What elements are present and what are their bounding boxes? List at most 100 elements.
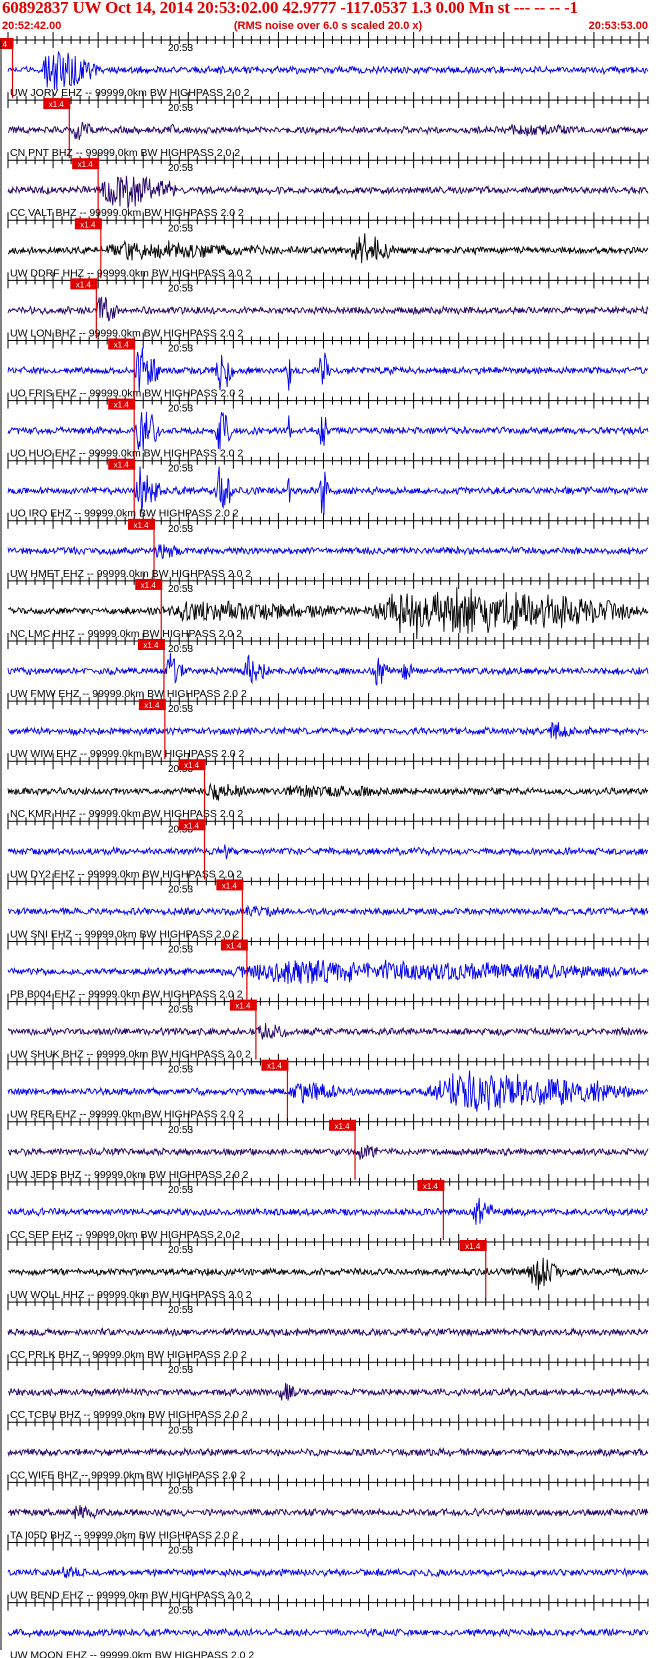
trace-row: 20:53 x1.4 UW FMW EHZ -- 99999.0km BW HIGH… xyxy=(7,633,649,700)
waveform xyxy=(7,1070,649,1112)
minute-tick-label: 20:53 xyxy=(168,404,193,415)
trace-row: 20:53 x1.4 UW WIW EHZ -- 99999.0km BW HIGH… xyxy=(7,693,649,760)
minute-tick-label: 20:53 xyxy=(168,1425,193,1436)
pick-label: x1.4 xyxy=(80,220,96,229)
pick-label: x1.4 xyxy=(144,701,160,710)
pick-label: x1.4 xyxy=(143,641,159,650)
station-label: UW JORV EHZ -- 99999.0km BW HIGHPASS 2.0… xyxy=(10,87,250,99)
waveform xyxy=(7,959,649,984)
minute-tick-label: 20:53 xyxy=(168,524,193,535)
trace-row: 20:53 x1.4 NC LMC HHZ -- 99999.0km BW HIGH… xyxy=(7,572,649,640)
trace-row: 20:53 x1.4 UW SHUK BHZ -- 99999.0km BW HIG… xyxy=(7,993,649,1061)
station-label: CC WIFE BHZ -- 99999.0km BW HIGHPASS 2.0… xyxy=(10,1469,246,1481)
waveform xyxy=(7,233,649,264)
pick-label: x1.4 xyxy=(78,160,94,169)
pick-label: x1.4 xyxy=(267,1062,283,1071)
waveform xyxy=(7,347,649,393)
pick-label: x1.4 xyxy=(423,1182,439,1191)
waveform xyxy=(7,51,649,90)
trace-row: 20:53 x1.4UW WOLL HHZ -- 99999.0km BW HIG… xyxy=(7,1234,649,1301)
station-label: UW MOON EHZ -- 99999.0km BW HIGHPASS 2.0… xyxy=(10,1650,254,1658)
pick-label: x1.4 xyxy=(114,341,130,350)
minute-tick-label: 20:53 xyxy=(168,1606,193,1617)
trace-row: 20:53 x1.4 UW JEDS BHZ -- 99999.0km BW HIG… xyxy=(7,1113,649,1181)
pick-label: x1.4 xyxy=(226,942,242,951)
trace-row: 20:53 x1.4UW SNI EHZ -- 99999.0km BW HIGH… xyxy=(7,873,649,940)
trace-row: 20:53 x1.4 PB B004 EHZ -- 99999.0km BW HIG… xyxy=(7,933,649,1001)
pick-label: x1.4 xyxy=(184,761,200,770)
minute-tick-label: 20:53 xyxy=(168,1125,193,1136)
station-label: CC PRLK BHZ -- 99999.0km BW HIGHPASS 2.0… xyxy=(10,1349,247,1361)
trace-row: 20:53 UW BEND EHZ -- 99999.0km BW HIGHPAS… xyxy=(7,1534,649,1602)
minute-tick-label: 20:53 xyxy=(168,163,193,174)
minute-tick-label: 20:53 xyxy=(168,1245,193,1256)
waveform xyxy=(7,652,649,686)
minute-tick-label: 20:53 xyxy=(168,644,193,655)
station-label: UW WIW EHZ -- 99999.0km BW HIGHPASS 2.0 … xyxy=(10,748,245,760)
waveform xyxy=(7,721,649,740)
minute-tick-label: 20:53 xyxy=(168,945,193,956)
station-label: UW RER EHZ -- 99999.0km BW HIGHPASS 2.0 … xyxy=(10,1109,244,1121)
trace-row: 20:53x1.4UW HMET EHZ -- 99999.0km BW HIG… xyxy=(7,512,649,580)
minute-tick-label: 20:53 xyxy=(168,1485,193,1496)
trace-row: 20:53TA I05D BHZ -- 99999.0km BW HIGHPAS… xyxy=(7,1474,649,1541)
pick-label: x1.4 xyxy=(114,401,130,410)
minute-tick-label: 20:53 xyxy=(168,1305,193,1316)
station-label: UO HUO EHZ -- 99999.0km BW HIGHPASS 2.0 … xyxy=(10,448,243,460)
pick-label: x1.4 xyxy=(222,881,238,890)
waveform xyxy=(7,782,649,801)
trace-row: 20:53x1.4UW DY2 EHZ -- 99999.0km BW HIGH… xyxy=(7,813,649,880)
trace-row: 20:53 CC TCBU BHZ -- 99999.0km BW HIGHPAS… xyxy=(7,1354,649,1421)
pick-label: x1.4 xyxy=(49,100,65,109)
pick-label: x1.4 xyxy=(334,1122,350,1131)
minute-tick-label: 20:53 xyxy=(168,223,193,234)
minute-tick-label: 20:53 xyxy=(168,43,193,54)
trace-row: 20:53 x1.4 UO FRIS EHZ -- 99999.0km BW HIG… xyxy=(7,332,649,400)
waveform xyxy=(7,411,649,451)
minute-tick-label: 20:53 xyxy=(168,1005,193,1016)
waveform xyxy=(7,1627,649,1639)
waveform xyxy=(7,544,649,560)
trace-row: 20:53 x1.4 UW LON BHZ -- 99999.0km BW HIGH… xyxy=(7,272,649,339)
minute-tick-label: 20:53 xyxy=(168,704,193,715)
station-label: UW JEDS BHZ -- 99999.0km BW HIGHPASS 2.0… xyxy=(10,1169,249,1181)
minute-tick-label: 20:53 xyxy=(168,1546,193,1557)
station-label: CC TCBU BHZ -- 99999.0km BW HIGHPASS 2.0… xyxy=(10,1409,248,1421)
waveform xyxy=(7,844,649,860)
trace-row: 20:53x1.4UO IRO EHZ -- 99999.0km BW HIGH… xyxy=(7,452,649,520)
pick-label: x1.4 xyxy=(76,280,92,289)
trace-row: 20:53x1.4CN PNT BHZ -- 99999.0km BW HIGH… xyxy=(7,92,649,159)
station-label: UW LON BHZ -- 99999.0km BW HIGHPASS 2.0 … xyxy=(10,327,243,339)
waveform xyxy=(7,121,649,140)
minute-tick-label: 20:53 xyxy=(168,464,193,475)
trace-row: 20:53 x1.4 UO HUO EHZ -- 99999.0km BW HIGH… xyxy=(7,392,649,460)
waveform xyxy=(7,1326,649,1338)
trace-row: 20:53 x1.4 CC VALT BHZ -- 99999.0km BW HIG… xyxy=(7,152,649,219)
station-label: UW FMW EHZ -- 99999.0km BW HIGHPASS 2.0 … xyxy=(10,688,247,700)
waveform xyxy=(7,1022,649,1040)
minute-tick-label: 20:53 xyxy=(168,1365,193,1376)
trace-row: 20:53 UW MOON EHZ -- 99999.0km BW HIGHPAS… xyxy=(7,1594,649,1658)
station-label: CC VALT BHZ -- 99999.0km BW HIGHPASS 2.0… xyxy=(10,207,244,219)
waveform xyxy=(7,904,649,918)
minute-tick-label: 20:53 xyxy=(168,1185,193,1196)
station-label: UW BEND EHZ -- 99999.0km BW HIGHPASS 2.0… xyxy=(10,1590,251,1602)
station-label: UW DY2 EHZ -- 99999.0km BW HIGHPASS 2.0 … xyxy=(10,868,242,880)
trace-row: 20:53 x1.4 UW RER EHZ -- 99999.0km BW HIGH… xyxy=(7,1053,649,1121)
station-label: UO FRIS EHZ -- 99999.0km BW HIGHPASS 2.0… xyxy=(10,388,244,400)
trace-row: 20:53x1.4UW DDRF HHZ -- 99999.0km BW HIG… xyxy=(7,212,649,279)
waveform xyxy=(7,1257,649,1291)
waveform xyxy=(7,1505,649,1520)
waveform xyxy=(7,296,649,322)
minute-tick-label: 20:53 xyxy=(168,584,193,595)
waveform xyxy=(7,175,649,209)
station-label: UW SHUK BHZ -- 99999.0km BW HIGHPASS 2.0… xyxy=(10,1049,251,1061)
trace-row: 20:53 CC WIFE BHZ -- 99999.0km BW HIGHPAS… xyxy=(7,1414,649,1481)
waveform xyxy=(7,1446,649,1458)
waveform xyxy=(7,1197,649,1225)
trace-row: 20:53 x1.4CC SEP EHZ -- 99999.0km BW HIGH… xyxy=(7,1173,649,1241)
station-label: NC LMC HHZ -- 99999.0km BW HIGHPASS 2.0 … xyxy=(10,628,242,640)
seismogram-plot: 20:53x1.4UW JORV EHZ -- 99999.0km BW HIG… xyxy=(0,32,649,1658)
pick-label: x1.4 xyxy=(184,821,200,830)
minute-tick-label: 20:53 xyxy=(168,1065,193,1076)
